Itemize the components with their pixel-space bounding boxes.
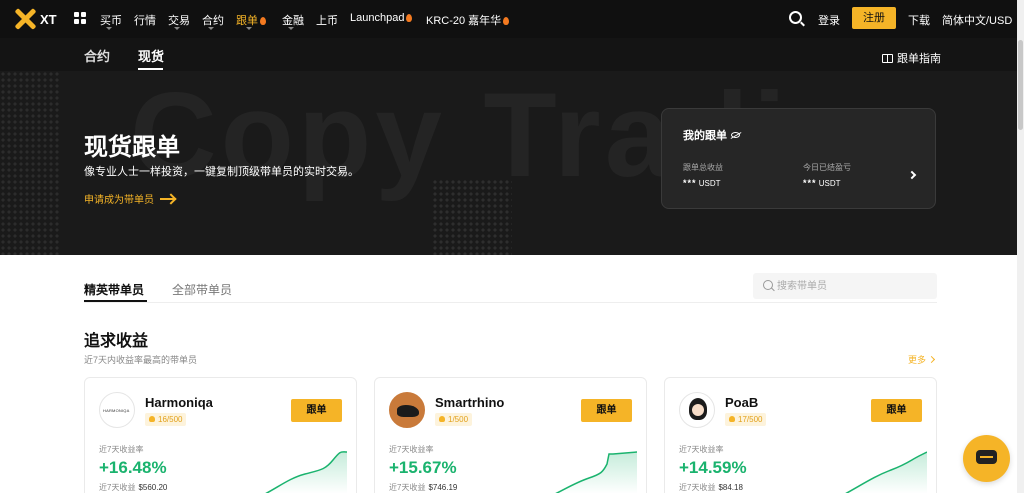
divider	[84, 302, 937, 303]
sub-navbar: 合约 现货 跟单指南	[0, 38, 1024, 71]
roi-label: 近7天收益率	[389, 445, 434, 454]
pnl-row: 近7天收益 $560.20	[99, 483, 168, 492]
leader-search-box[interactable]	[753, 273, 937, 299]
trader-name[interactable]: Harmoniqa	[145, 395, 213, 410]
trader-card[interactable]: HARMONIQA Harmoniqa 16/500 跟单 近7天收益率 +16…	[84, 377, 357, 493]
section-title: 追求收益	[84, 333, 149, 350]
apps-grid-icon[interactable]	[74, 12, 86, 24]
leader-search-input[interactable]	[777, 278, 927, 294]
download-link[interactable]: 下载	[908, 12, 930, 28]
follower-count-badge: 1/500	[435, 413, 473, 426]
nav-trade[interactable]: 交易	[168, 12, 190, 28]
roi-value: +14.59%	[679, 458, 747, 477]
avatar: HARMONIQA	[99, 392, 135, 428]
top-navbar: XT 买币 行情 交易 合约 跟单 金融 上币 Launchpad KRC-20…	[0, 0, 1024, 38]
login-link[interactable]: 登录	[818, 12, 840, 28]
follow-button[interactable]: 跟单	[291, 399, 342, 422]
trader-card[interactable]: PoaB 17/500 跟单 近7天收益率 +14.59% 近7天收益 $84.1…	[664, 377, 937, 493]
nav-listing[interactable]: 上币	[316, 12, 338, 28]
xt-logo[interactable]: XT	[14, 8, 57, 30]
hero-description: 像专业人士一样投资，一键复制顶级带单员的实时交易。	[84, 166, 359, 178]
tab-elite-leaders[interactable]: 精英带单员	[84, 281, 144, 298]
follow-button[interactable]: 跟单	[581, 399, 632, 422]
scrollbar-thumb[interactable]	[1018, 40, 1023, 130]
chevron-right-icon	[927, 355, 936, 364]
decorative-dots	[0, 71, 60, 255]
trader-name[interactable]: PoaB	[725, 395, 758, 410]
page-title: 现货跟单	[84, 134, 180, 161]
total-pnl-label: 跟单总收益	[683, 163, 723, 172]
chevron-down-icon	[208, 27, 214, 30]
my-card-title: 我的跟单	[683, 127, 740, 143]
more-link[interactable]: 更多	[908, 353, 936, 366]
follower-count-badge: 17/500	[725, 413, 767, 426]
arrow-right-icon	[160, 197, 174, 200]
pnl-row: 近7天收益 $84.18	[679, 483, 743, 492]
roi-value: +15.67%	[389, 458, 457, 477]
roi-sparkline	[265, 451, 347, 493]
nav-buy-crypto[interactable]: 买币	[100, 12, 122, 28]
book-icon	[882, 53, 893, 63]
today-pnl-label: 今日已结盈亏	[803, 163, 851, 172]
apply-lead-trader-link[interactable]: 申请成为带单员	[84, 191, 174, 206]
roi-label: 近7天收益率	[99, 445, 144, 454]
guide-label: 跟单指南	[897, 53, 941, 65]
nav-copy-trading[interactable]: 跟单	[236, 12, 266, 28]
roi-sparkline	[555, 451, 637, 493]
nav-krc20-carnival[interactable]: KRC-20 嘉年华	[426, 12, 510, 28]
my-copy-trading-card[interactable]: 我的跟单 跟单总收益 *** USDT 今日已结盈亏 *** USDT	[661, 108, 936, 209]
total-pnl-value: *** USDT	[683, 178, 721, 188]
pnl-row: 近7天收益 $746.19	[389, 483, 458, 492]
chevron-down-icon	[174, 27, 180, 30]
support-chat-icon[interactable]	[963, 435, 1010, 482]
avatar	[389, 392, 425, 428]
copy-trading-guide-link[interactable]: 跟单指南	[882, 50, 941, 66]
nav-launchpad[interactable]: Launchpad	[350, 12, 413, 24]
flame-icon	[406, 14, 413, 22]
roi-value: +16.48%	[99, 458, 167, 477]
logo-text: XT	[40, 11, 57, 27]
follower-count-badge: 16/500	[145, 413, 187, 426]
trader-name[interactable]: Smartrhino	[435, 395, 504, 410]
roi-label: 近7天收益率	[679, 445, 724, 454]
language-currency-selector[interactable]: 简体中文/USD	[942, 12, 1012, 28]
chevron-right-icon[interactable]	[907, 170, 917, 180]
search-icon[interactable]	[789, 11, 802, 24]
nav-finance[interactable]: 金融	[282, 12, 304, 28]
tab-all-leaders[interactable]: 全部带单员	[172, 281, 232, 298]
apply-label: 申请成为带单员	[84, 195, 154, 206]
today-pnl-value: *** USDT	[803, 178, 841, 188]
follow-button[interactable]: 跟单	[871, 399, 922, 422]
avatar	[679, 392, 715, 428]
active-tab-underline	[138, 68, 163, 70]
hero-banner: Copy Trading 现货跟单 像专业人士一样投资，一键复制顶级带单员的实时…	[0, 71, 1024, 255]
eye-slash-icon[interactable]	[731, 132, 740, 138]
flame-icon	[260, 17, 266, 25]
xt-logo-icon	[14, 8, 36, 30]
search-icon	[763, 280, 773, 290]
signup-button[interactable]: 注册	[852, 7, 896, 29]
roi-sparkline	[845, 451, 927, 493]
chevron-down-icon	[288, 27, 294, 30]
tab-spot-copy[interactable]: 现货	[138, 46, 164, 65]
chevron-down-icon	[106, 27, 112, 30]
nav-markets[interactable]: 行情	[134, 12, 156, 28]
tab-futures-copy[interactable]: 合约	[84, 46, 110, 65]
trader-card[interactable]: Smartrhino 1/500 跟单 近7天收益率 +15.67% 近7天收益…	[374, 377, 647, 493]
section-subtitle: 近7天内收益率最高的带单员	[84, 355, 198, 365]
flame-icon	[503, 17, 510, 25]
decorative-dots	[432, 179, 512, 255]
chevron-down-icon	[246, 27, 252, 30]
nav-futures[interactable]: 合约	[202, 12, 224, 28]
